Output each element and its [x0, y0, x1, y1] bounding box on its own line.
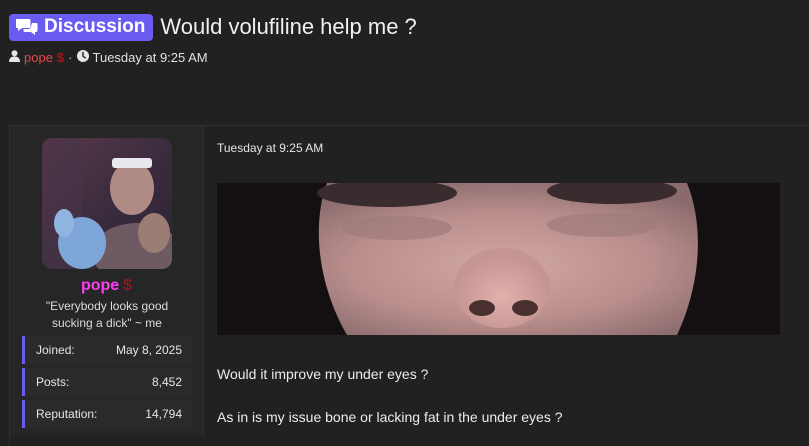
meta-separator: · — [68, 49, 73, 65]
avatar[interactable] — [42, 138, 172, 269]
post-username-text: pope — [80, 277, 120, 294]
post: pope $ "Everybody looks good sucking a di… — [9, 125, 809, 446]
stat-value: 14,794 — [145, 407, 182, 421]
user-title-line: "Everybody looks good — [45, 299, 169, 313]
thread-header: Discussion Would volufiline help me ? po… — [9, 10, 799, 66]
thread-author-link[interactable]: pope — [24, 50, 53, 65]
thread-date-link[interactable]: Tuesday at 9:25 AM — [93, 50, 208, 65]
title-row: Discussion Would volufiline help me ? — [9, 10, 799, 44]
stat-label: Reputation: — [36, 407, 98, 421]
stat-joined: Joined: May 8, 2025 — [22, 336, 192, 364]
page-title: Would volufiline help me ? — [160, 14, 417, 39]
prefix-label: Discussion — [44, 16, 146, 37]
stat-reputation: Reputation: 14,794 — [22, 400, 192, 428]
chat-bubbles-icon — [16, 18, 38, 36]
clock-icon — [76, 49, 89, 65]
post-username[interactable]: pope $ — [10, 277, 203, 295]
stat-value: May 8, 2025 — [115, 343, 182, 357]
post-body-line: As in is my issue bone or lacking fat in… — [217, 409, 563, 425]
post-date-link[interactable]: Tuesday at 9:25 AM — [217, 141, 323, 155]
stat-label: Joined: — [36, 343, 75, 357]
user-title-line: sucking a dick" ~ me — [52, 316, 162, 330]
discussion-prefix-badge[interactable]: Discussion — [9, 13, 154, 41]
username-dollar-badge: $ — [123, 277, 133, 294]
author-dollar-badge: $ — [56, 49, 65, 65]
stat-label: Posts: — [36, 375, 70, 389]
thread-meta: pope $ · Tuesday at 9:25 AM — [9, 48, 799, 66]
user-icon — [9, 49, 20, 65]
post-image[interactable] — [217, 183, 780, 335]
post-body-line: Would it improve my under eyes ? — [217, 366, 429, 382]
stat-value: 8,452 — [151, 375, 182, 389]
user-custom-title: "Everybody looks good sucking a dick" ~ … — [32, 298, 182, 332]
post-user-panel: pope $ "Everybody looks good sucking a di… — [10, 126, 204, 436]
stat-posts: Posts: 8,452 — [22, 368, 192, 396]
